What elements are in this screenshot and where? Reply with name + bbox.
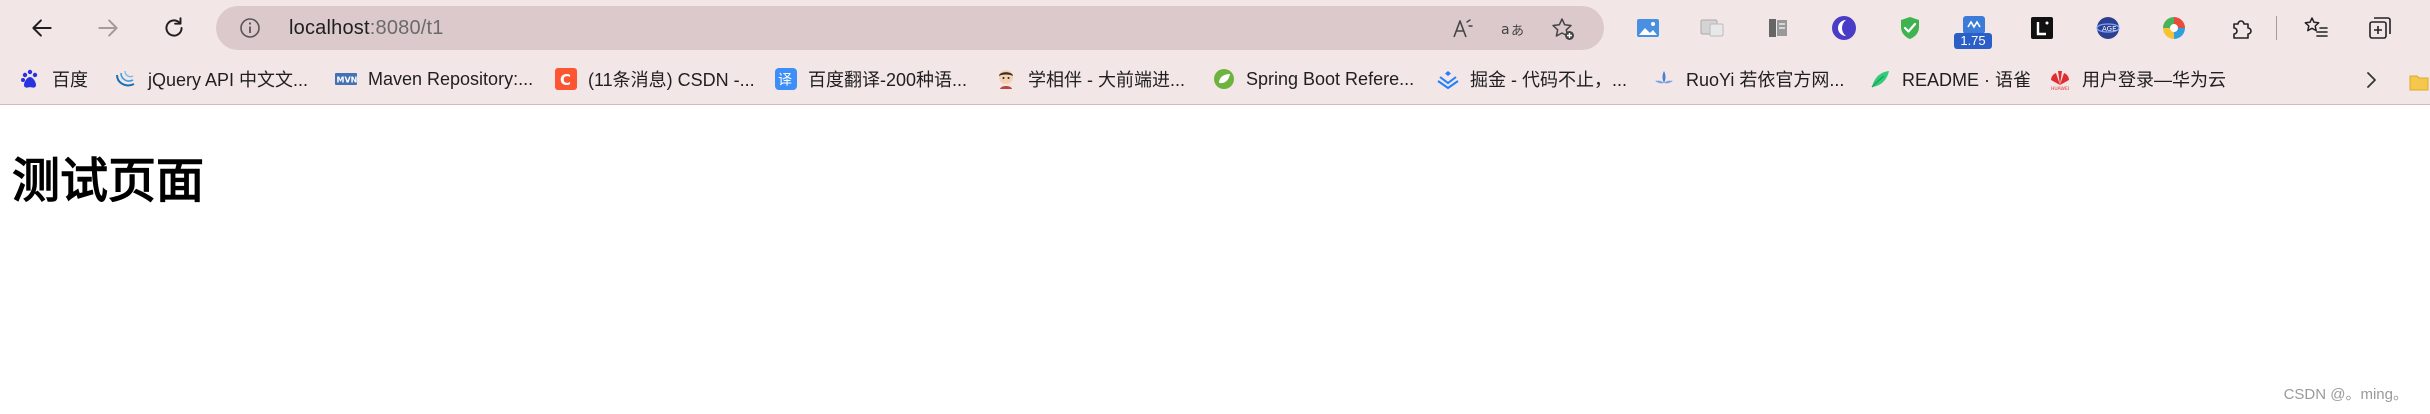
bookmark-spring-boot[interactable]: Spring Boot Refere... xyxy=(1212,64,1414,94)
huawei-icon: HUAWEI xyxy=(2048,67,2072,91)
speed-badge: 1.75 xyxy=(1954,33,1992,49)
browser-toolbar: localhost:8080/t1 a あ 1.75 AGE xyxy=(0,0,2430,56)
bookmark-label: 学相伴 - 大前端进... xyxy=(1028,70,1185,90)
csdn-icon: C xyxy=(554,67,578,91)
svg-text:MVN: MVN xyxy=(337,76,358,85)
add-favorite-icon[interactable] xyxy=(1550,16,1576,42)
svg-text:C: C xyxy=(560,71,571,89)
bookmark-juejin[interactable]: 掘金 - 代码不止，... xyxy=(1436,64,1627,94)
back-button[interactable] xyxy=(22,8,62,48)
svg-text:AGE: AGE xyxy=(2102,25,2117,33)
baidu-translate-icon: 译 xyxy=(774,67,798,91)
refresh-button[interactable] xyxy=(154,8,194,48)
browser-window: localhost:8080/t1 a あ 1.75 AGE 百度 jQuery… xyxy=(0,0,2430,414)
chevron-right-icon[interactable] xyxy=(2360,69,2382,91)
bookmark-label: Maven Repository:... xyxy=(368,68,534,89)
back-arrow-icon xyxy=(32,19,52,37)
ruoyi-icon xyxy=(1652,67,1676,91)
bookmarks-bar: 百度 jQuery API 中文文... MVN Maven Repositor… xyxy=(0,56,2430,105)
bookmark-label: README · 语雀 xyxy=(1902,70,2032,90)
translate-icon[interactable]: a あ xyxy=(1500,16,1526,42)
maven-icon: MVN xyxy=(334,67,358,91)
read-aloud-icon[interactable] xyxy=(1450,16,1476,42)
forward-arrow-icon xyxy=(98,19,118,37)
yuque-icon xyxy=(1868,67,1892,91)
bookmark-huawei-cloud[interactable]: HUAWEI 用户登录—华为云 xyxy=(2048,64,2226,94)
bookmark-jquery[interactable]: jQuery API 中文文... xyxy=(114,64,308,94)
bookmark-baidu[interactable]: 百度 xyxy=(18,64,88,94)
reader-extension-icon[interactable] xyxy=(1698,14,1726,42)
info-icon[interactable] xyxy=(238,16,262,40)
bookmark-label: (11条消息) CSDN -... xyxy=(588,70,755,90)
svg-text:译: 译 xyxy=(778,73,792,89)
refresh-icon xyxy=(165,17,183,37)
image-extension-icon[interactable] xyxy=(1634,14,1662,42)
bookmark-label: 百度翻译-200种语... xyxy=(808,70,968,90)
bookmark-label: 百度 xyxy=(52,70,88,90)
bookmark-label: 掘金 - 代码不止，... xyxy=(1470,70,1627,90)
colorful-circle-extension-icon[interactable] xyxy=(2160,14,2188,42)
url-host: localhost xyxy=(289,17,370,39)
forward-button[interactable] xyxy=(88,8,128,48)
bookmark-maven[interactable]: MVN Maven Repository:... xyxy=(334,64,533,94)
favorites-list-icon[interactable] xyxy=(2302,14,2330,42)
bookmark-label: RuoYi 若依官方网... xyxy=(1686,70,1845,90)
puzzle-extensions-icon[interactable] xyxy=(2228,14,2256,42)
bookmark-ruoyi[interactable]: RuoYi 若依官方网... xyxy=(1652,64,1844,94)
bookmark-label: Spring Boot Refere... xyxy=(1246,68,1415,89)
toolbar-separator xyxy=(2276,16,2277,40)
shield-check-extension-icon[interactable] xyxy=(1896,14,1924,42)
url-port-path: :8080/t1 xyxy=(369,17,444,39)
page-content: 测试页面 CSDN @。ming。 xyxy=(0,105,2430,414)
svg-text:あ: あ xyxy=(1511,24,1524,39)
svg-text:HUAWEI: HUAWEI xyxy=(2051,86,2069,91)
url-text[interactable]: localhost:8080/t1 xyxy=(289,17,444,40)
avatar-icon xyxy=(994,67,1018,91)
address-bar[interactable]: localhost:8080/t1 a あ xyxy=(216,6,1604,50)
bookmark-yuque[interactable]: README · 语雀 xyxy=(1868,64,2031,94)
globe-extension-icon[interactable]: AGE xyxy=(2094,14,2122,42)
svg-text:a: a xyxy=(1501,22,1510,38)
moon-extension-icon[interactable] xyxy=(1830,14,1858,42)
bookmark-label: 用户登录—华为云 xyxy=(2082,70,2226,90)
bookmark-xuexiangban[interactable]: 学相伴 - 大前端进... xyxy=(994,64,1185,94)
bookmark-baidu-translate[interactable]: 译 百度翻译-200种语... xyxy=(774,64,967,94)
l-extension-icon[interactable] xyxy=(2028,14,2056,42)
page-title: 测试页面 xyxy=(12,153,205,209)
watermark: CSDN @。ming。 xyxy=(2283,386,2408,403)
bookmark-label: jQuery API 中文文... xyxy=(148,70,309,90)
baidu-paw-icon xyxy=(18,67,42,91)
juejin-icon xyxy=(1436,67,1460,91)
bookmark-csdn[interactable]: C (11条消息) CSDN -... xyxy=(554,64,755,94)
jquery-icon xyxy=(114,67,138,91)
collections-icon[interactable] xyxy=(2366,14,2394,42)
collections-book-icon[interactable] xyxy=(1764,14,1792,42)
spring-leaf-icon xyxy=(1212,67,1236,91)
folder-icon[interactable] xyxy=(2408,72,2430,92)
